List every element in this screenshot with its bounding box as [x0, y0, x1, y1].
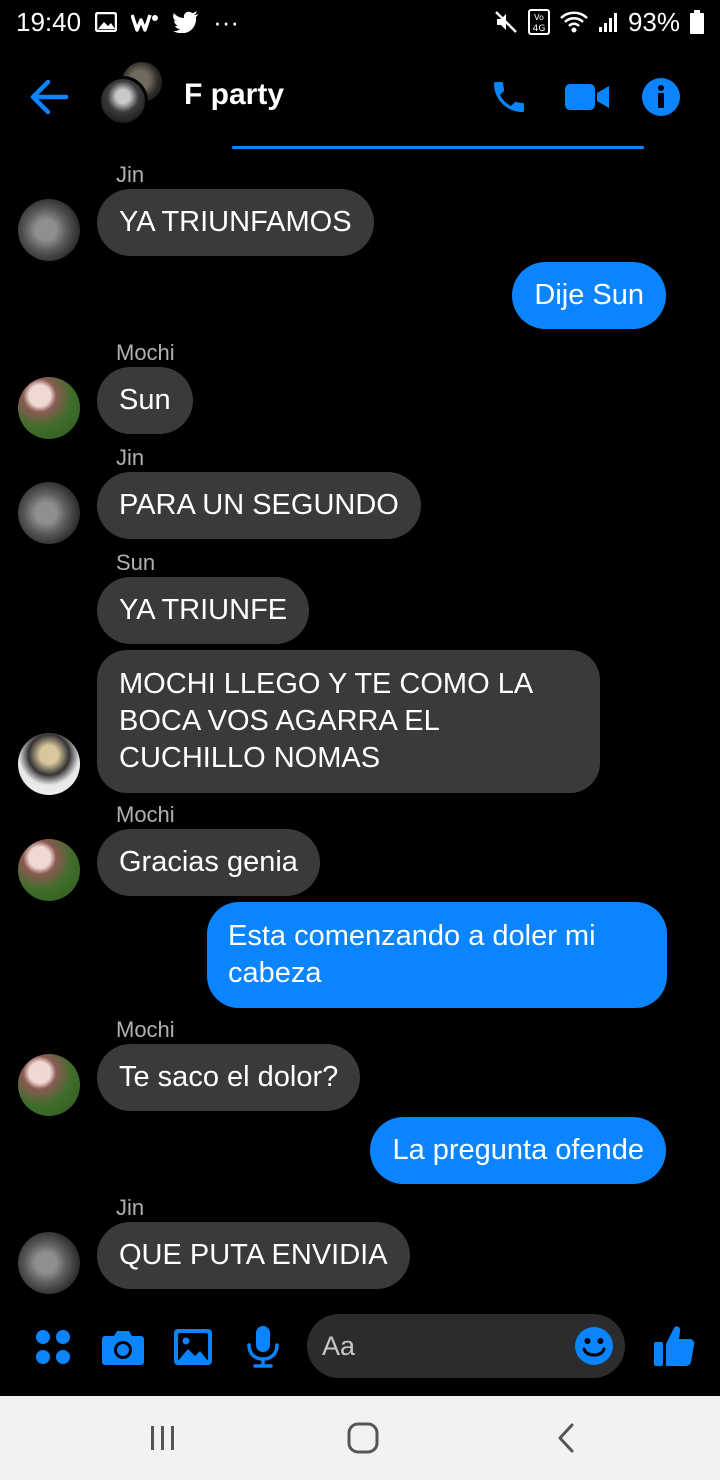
- status-time: 19:40: [16, 6, 82, 37]
- status-bar: 19:40 ··· Vo 4G 93%: [0, 0, 720, 44]
- battery-percent: 93%: [627, 6, 680, 37]
- message-bubble-outgoing[interactable]: La pregunta ofende: [370, 1117, 666, 1184]
- sender-name: Sun: [116, 550, 156, 575]
- apps-button[interactable]: [30, 1324, 76, 1370]
- status-more: ···: [213, 6, 240, 37]
- chevron-left-icon: [558, 1423, 574, 1453]
- home-icon: [347, 1422, 379, 1454]
- message-bubble-incoming[interactable]: Te saco el dolor?: [97, 1044, 361, 1111]
- call-button[interactable]: [486, 74, 532, 120]
- group-avatar[interactable]: [98, 60, 170, 132]
- signal-icon: [598, 11, 618, 33]
- avatar-sun[interactable]: [18, 733, 80, 795]
- sender-name: Mochi: [116, 1017, 175, 1042]
- phone-icon: [494, 82, 524, 112]
- image-icon: [174, 1329, 212, 1365]
- sender-name: Jin: [116, 445, 145, 470]
- typing-indicator-line: [232, 146, 644, 149]
- microphone-icon: [247, 1326, 279, 1368]
- sender-name: Mochi: [116, 802, 175, 827]
- avatar-mochi[interactable]: [18, 1054, 80, 1116]
- camera-icon: [102, 1331, 144, 1365]
- nav-back-button[interactable]: [544, 1418, 588, 1458]
- thumbs-up-icon: [654, 1326, 695, 1366]
- avatar-jin[interactable]: [18, 1232, 80, 1294]
- emoji-icon: [575, 1327, 613, 1365]
- chat-title[interactable]: F party: [184, 78, 284, 112]
- emoji-button[interactable]: [574, 1326, 614, 1366]
- four-dots-icon: [36, 1330, 70, 1364]
- volte-4g-icon: Vo 4G: [527, 9, 550, 35]
- mute-icon: [494, 10, 518, 34]
- voice-button[interactable]: [240, 1324, 286, 1370]
- recent-apps-icon: [151, 1426, 174, 1450]
- w-notification-icon: [131, 12, 159, 32]
- camera-button[interactable]: [100, 1324, 146, 1370]
- message-bubble-incoming[interactable]: Gracias genia: [97, 829, 320, 896]
- twitter-icon: [173, 11, 199, 33]
- group-avatar-member-2: [98, 76, 148, 126]
- sender-name: Jin: [116, 162, 145, 187]
- sender-name: Mochi: [116, 340, 175, 365]
- gallery-notification-icon: [95, 12, 118, 32]
- sender-name: Jin: [116, 1195, 145, 1220]
- video-camera-icon: [565, 84, 609, 110]
- arrow-left-icon: [30, 79, 69, 115]
- avatar-mochi[interactable]: [18, 377, 80, 439]
- back-button[interactable]: [26, 74, 72, 120]
- svg-text:Vo: Vo: [534, 13, 544, 22]
- system-navigation-bar: [0, 1396, 720, 1480]
- avatar-jin[interactable]: [18, 199, 80, 261]
- message-bubble-outgoing[interactable]: Esta comenzando a doler mi cabeza: [207, 902, 667, 1008]
- gallery-button[interactable]: [170, 1324, 216, 1370]
- message-bubble-incoming[interactable]: YA TRIUNFAMOS: [97, 189, 374, 256]
- message-composer: [0, 1306, 720, 1388]
- wifi-icon: [560, 11, 588, 33]
- home-button[interactable]: [341, 1418, 385, 1458]
- avatar-mochi[interactable]: [18, 839, 80, 901]
- avatar-jin[interactable]: [18, 482, 80, 544]
- info-icon: [642, 78, 680, 116]
- like-button[interactable]: [650, 1322, 698, 1370]
- message-bubble-outgoing[interactable]: Dije Sun: [512, 262, 666, 329]
- message-bubble-incoming[interactable]: PARA UN SEGUNDO: [97, 472, 421, 539]
- recent-apps-button[interactable]: [141, 1418, 185, 1458]
- message-bubble-incoming[interactable]: QUE PUTA ENVIDIA: [97, 1222, 410, 1289]
- info-button[interactable]: [638, 74, 684, 120]
- video-call-button[interactable]: [564, 74, 610, 120]
- chat-header: F party: [0, 48, 720, 148]
- svg-text:4G: 4G: [533, 24, 546, 34]
- message-bubble-incoming[interactable]: Sun: [97, 367, 193, 434]
- battery-icon: [690, 10, 704, 34]
- message-bubble-incoming[interactable]: MOCHI LLEGO Y TE COMO LA BOCA VOS AGARRA…: [97, 650, 600, 793]
- message-bubble-incoming[interactable]: YA TRIUNFE: [97, 577, 310, 644]
